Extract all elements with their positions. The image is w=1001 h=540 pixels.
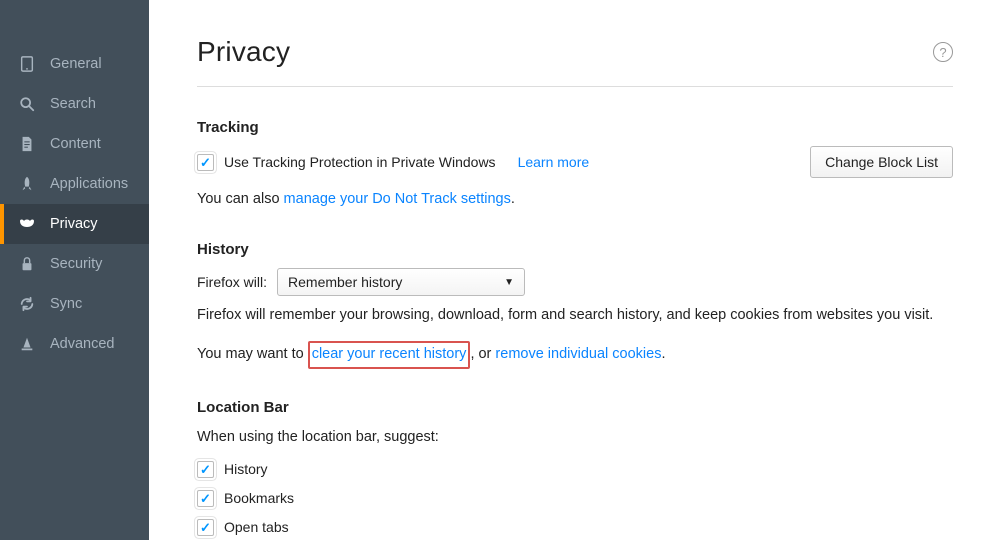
locbar-bookmarks-label: Bookmarks	[224, 490, 294, 506]
history-actions-para: You may want to clear your recent histor…	[197, 341, 953, 368]
chevron-down-icon: ▼	[504, 277, 514, 288]
search-icon	[18, 95, 36, 113]
history-period: .	[661, 346, 665, 362]
locbar-opentabs-checkbox[interactable]	[197, 519, 214, 536]
locbar-bookmarks-checkbox[interactable]	[197, 490, 214, 507]
location-bar-heading: Location Bar	[197, 399, 953, 416]
clear-history-highlight: clear your recent history	[308, 341, 471, 368]
history-remember-text: Firefox will remember your browsing, dow…	[197, 304, 953, 327]
tracking-section: Tracking Use Tracking Protection in Priv…	[197, 119, 953, 211]
sidebar: General Search Content Applications Priv…	[0, 0, 149, 540]
clear-recent-history-link[interactable]: clear your recent history	[312, 346, 467, 362]
sidebar-item-content[interactable]: Content	[0, 124, 149, 164]
wizard-hat-icon	[18, 335, 36, 353]
sidebar-item-privacy[interactable]: Privacy	[0, 204, 149, 244]
locbar-history-checkbox[interactable]	[197, 461, 214, 478]
manage-dnt-link[interactable]: manage your Do Not Track settings	[284, 191, 511, 207]
lock-icon	[18, 255, 36, 273]
sidebar-item-label: Security	[50, 256, 102, 272]
location-bar-section: Location Bar When using the location bar…	[197, 399, 953, 540]
sidebar-item-applications[interactable]: Applications	[0, 164, 149, 204]
sidebar-item-security[interactable]: Security	[0, 244, 149, 284]
sidebar-item-label: General	[50, 56, 102, 72]
rocket-icon	[18, 175, 36, 193]
tablet-icon	[18, 55, 36, 73]
locbar-option-opentabs: Open tabs	[197, 519, 953, 536]
sidebar-item-label: Content	[50, 136, 101, 152]
sidebar-item-label: Sync	[50, 296, 82, 312]
sidebar-item-general[interactable]: General	[0, 44, 149, 84]
dnt-period: .	[511, 191, 515, 207]
sync-icon	[18, 295, 36, 313]
history-heading: History	[197, 241, 953, 258]
main-content: Privacy ? Tracking Use Tracking Protecti…	[149, 0, 1001, 540]
document-icon	[18, 135, 36, 153]
sidebar-item-label: Advanced	[50, 336, 115, 352]
locbar-opentabs-label: Open tabs	[224, 519, 289, 535]
sidebar-item-sync[interactable]: Sync	[0, 284, 149, 324]
history-mode-select[interactable]: Remember history ▼	[277, 268, 525, 296]
locbar-history-label: History	[224, 461, 268, 477]
learn-more-link[interactable]: Learn more	[518, 154, 590, 170]
or-separator: , or	[470, 346, 495, 362]
sidebar-item-advanced[interactable]: Advanced	[0, 324, 149, 364]
dnt-para: You can also manage your Do Not Track se…	[197, 188, 953, 211]
sidebar-item-label: Privacy	[50, 216, 98, 232]
page-title: Privacy	[197, 36, 290, 68]
help-icon[interactable]: ?	[933, 42, 953, 62]
history-mode-value: Remember history	[288, 274, 402, 290]
history-section: History Firefox will: Remember history ▼…	[197, 241, 953, 368]
sidebar-item-label: Applications	[50, 176, 128, 192]
may-want-prefix: You may want to	[197, 346, 308, 362]
location-bar-when-using: When using the location bar, suggest:	[197, 426, 953, 449]
change-block-list-button[interactable]: Change Block List	[810, 146, 953, 178]
tracking-protection-checkbox[interactable]	[197, 154, 214, 171]
mask-icon	[18, 215, 36, 233]
tracking-heading: Tracking	[197, 119, 953, 136]
sidebar-item-search[interactable]: Search	[0, 84, 149, 124]
sidebar-item-label: Search	[50, 96, 96, 112]
locbar-option-history: History	[197, 461, 953, 478]
locbar-option-bookmarks: Bookmarks	[197, 490, 953, 507]
dnt-prefix: You can also	[197, 191, 284, 207]
remove-cookies-link[interactable]: remove individual cookies	[495, 346, 661, 362]
firefox-will-label: Firefox will:	[197, 274, 267, 290]
page-header: Privacy ?	[197, 36, 953, 87]
tracking-protection-label: Use Tracking Protection in Private Windo…	[224, 154, 496, 170]
